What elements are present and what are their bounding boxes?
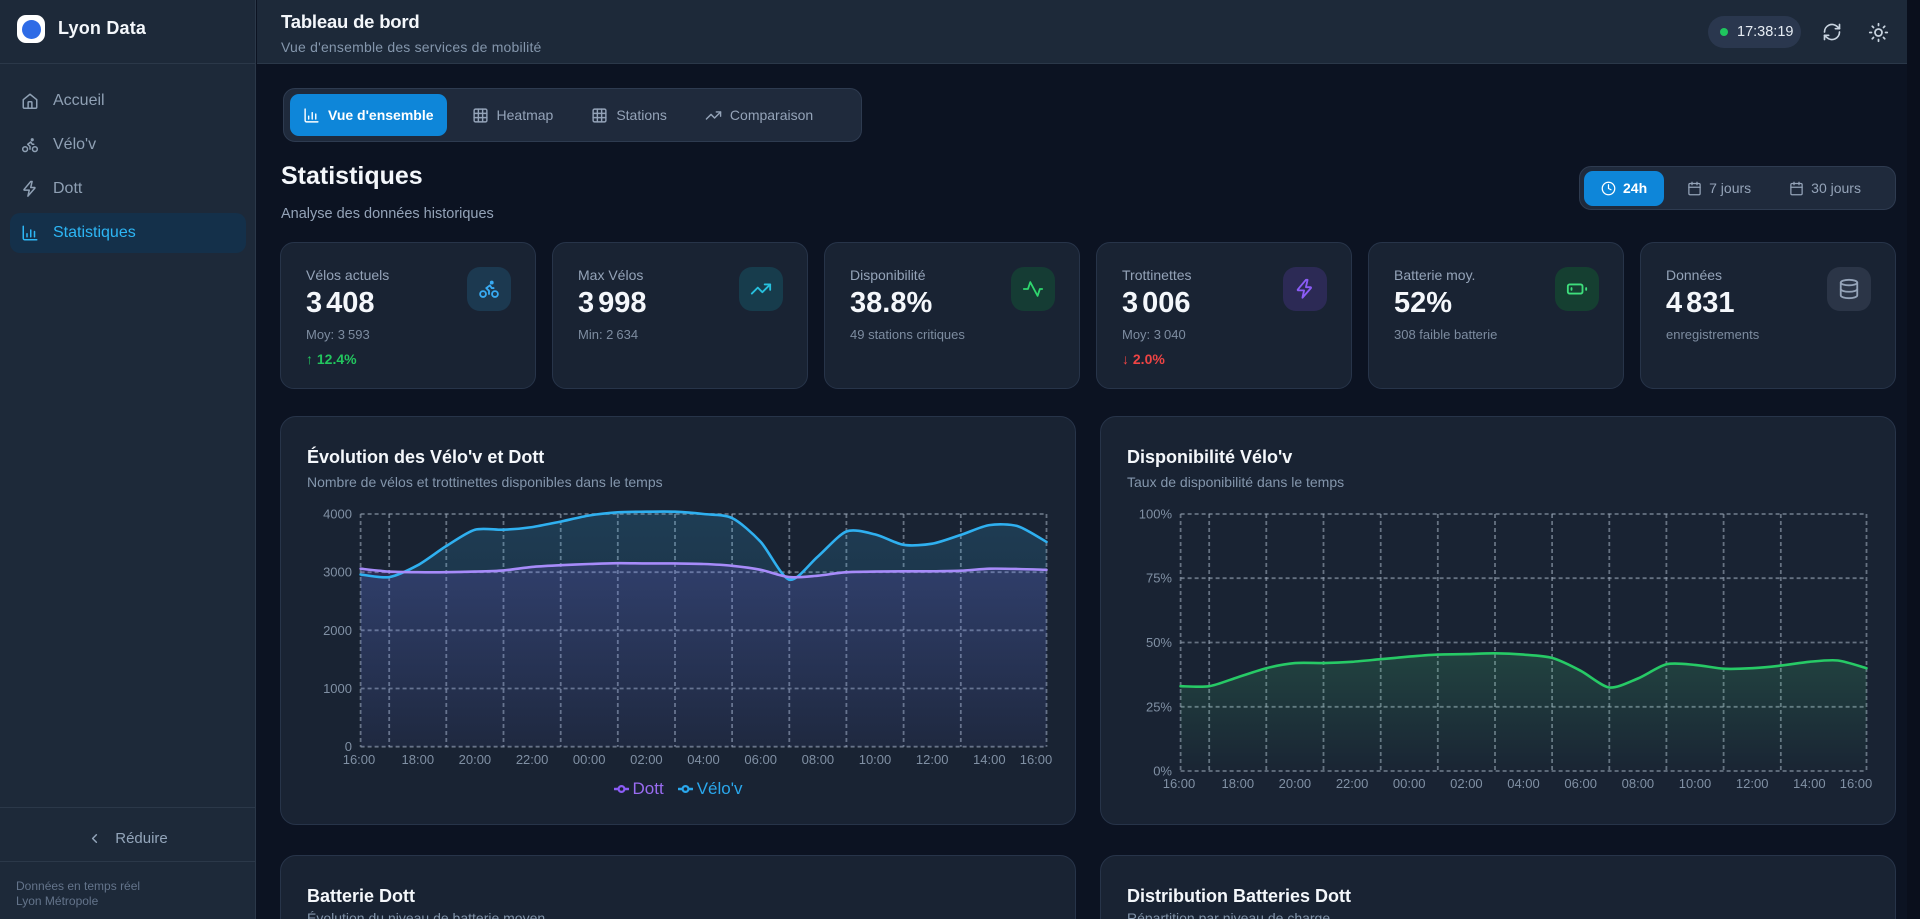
svg-text:10:00: 10:00 [1679,776,1712,791]
svg-text:16:00: 16:00 [1163,776,1196,791]
svg-text:16:00: 16:00 [1840,776,1873,791]
svg-text:1000: 1000 [323,681,352,696]
svg-text:14:00: 14:00 [1793,776,1826,791]
svg-text:22:00: 22:00 [1336,776,1369,791]
svg-text:20:00: 20:00 [459,752,492,767]
svg-text:20:00: 20:00 [1279,776,1312,791]
svg-text:14:00: 14:00 [973,752,1006,767]
svg-text:00:00: 00:00 [573,752,606,767]
svg-text:08:00: 08:00 [802,752,835,767]
svg-text:100%: 100% [1139,507,1173,522]
svg-text:04:00: 04:00 [1507,776,1540,791]
svg-text:2000: 2000 [323,623,352,638]
svg-text:25%: 25% [1146,699,1172,714]
svg-text:22:00: 22:00 [516,752,549,767]
svg-text:04:00: 04:00 [687,752,720,767]
svg-text:12:00: 12:00 [1736,776,1769,791]
svg-text:18:00: 18:00 [1222,776,1255,791]
svg-text:06:00: 06:00 [1564,776,1597,791]
svg-text:12:00: 12:00 [916,752,949,767]
svg-text:16:00: 16:00 [1020,752,1053,767]
svg-text:02:00: 02:00 [1450,776,1483,791]
svg-text:08:00: 08:00 [1622,776,1655,791]
svg-text:06:00: 06:00 [744,752,777,767]
svg-text:75%: 75% [1146,571,1172,586]
svg-text:50%: 50% [1146,635,1172,650]
svg-text:02:00: 02:00 [630,752,663,767]
svg-text:10:00: 10:00 [859,752,892,767]
svg-text:3000: 3000 [323,565,352,580]
svg-text:00:00: 00:00 [1393,776,1426,791]
svg-text:16:00: 16:00 [343,752,376,767]
svg-text:4000: 4000 [323,507,352,522]
svg-text:18:00: 18:00 [402,752,435,767]
